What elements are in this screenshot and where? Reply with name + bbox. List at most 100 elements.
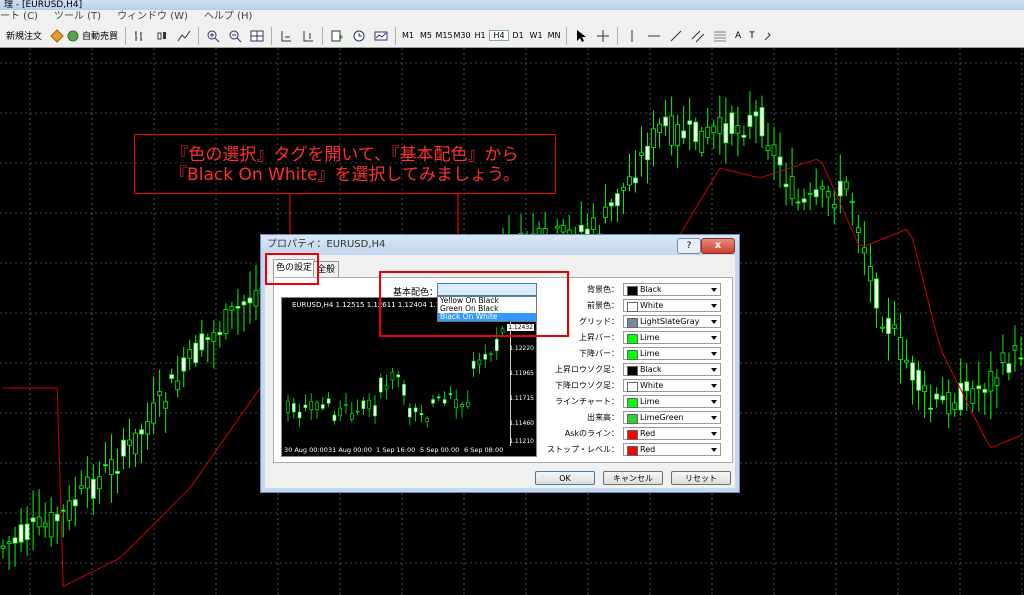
color-row: 上昇バー： Lime [551, 331, 729, 345]
color-select[interactable]: Lime [623, 395, 721, 408]
preview-candle-body [442, 399, 447, 404]
candle-body [645, 145, 650, 161]
tab-general[interactable]: 全般 [313, 261, 339, 278]
candle-body [892, 324, 897, 329]
color-select[interactable]: Lime [623, 331, 721, 344]
candle-body [96, 476, 102, 490]
indicators-button[interactable] [326, 26, 348, 46]
periods-button[interactable] [348, 26, 370, 46]
period-m30[interactable]: M30 [453, 31, 471, 40]
tab-color-settings[interactable]: 色の設定 [273, 259, 315, 278]
menu-item-window[interactable]: ウィンドウ (W) [117, 10, 188, 24]
candle-body [627, 176, 632, 186]
callout-line-2: 『Black On White』を選択してみましょう。 [170, 165, 520, 185]
preview-candle-body [315, 402, 319, 410]
preview-date-axis: 30 Aug 00:00 31 Aug 00:00 1 Sep 16:00 5 … [282, 446, 512, 456]
arrows-icon [764, 32, 771, 40]
candle-body [753, 111, 759, 117]
candle-body [789, 176, 795, 200]
window-title: 理 - [EURUSD,H4] [4, 0, 83, 10]
color-swatch [627, 334, 638, 344]
candle-body [1000, 352, 1006, 363]
fibonacci-button[interactable] [709, 26, 731, 46]
candle-body [813, 189, 819, 198]
ok-button[interactable]: OK [535, 471, 595, 485]
preview-candle-body [425, 417, 429, 422]
menu-item-help[interactable]: ヘルプ (H) [204, 10, 253, 24]
tile-windows-button[interactable] [246, 26, 268, 46]
color-select[interactable]: Lime [623, 347, 721, 360]
trendline-button[interactable] [665, 26, 687, 46]
toolbar-separator [271, 26, 273, 45]
candle-body [217, 331, 223, 336]
label-tool-label: T [749, 30, 755, 41]
chevron-down-icon [711, 384, 717, 388]
zoom-out-button[interactable] [224, 26, 246, 46]
templates-button[interactable] [370, 26, 392, 46]
help-button[interactable]: ? [677, 238, 701, 254]
reset-button[interactable]: リセット [671, 471, 731, 485]
auto-trade-button[interactable]: 自動売買 [46, 26, 122, 46]
candle-body [711, 125, 717, 134]
vertical-line-button[interactable] [621, 26, 643, 46]
chart-shift-button[interactable] [297, 26, 319, 46]
auto-trade-icon [50, 28, 64, 43]
color-select[interactable]: LightSlateGray [623, 315, 721, 328]
label-tool-button[interactable]: T [745, 26, 759, 46]
clock-icon [353, 30, 365, 41]
candle-body [976, 385, 982, 390]
candle-body [30, 517, 36, 523]
period-h1[interactable]: H1 [471, 31, 489, 40]
candle-body [825, 191, 831, 198]
cursor-button[interactable] [570, 26, 592, 46]
color-select[interactable]: Red [623, 427, 721, 440]
color-select[interactable]: Black [623, 283, 721, 296]
color-row-label: 下降ロウソク足： [555, 381, 619, 390]
scheme-option-black-on-white[interactable]: Black On White [438, 313, 536, 321]
zoom-in-button[interactable] [202, 26, 224, 46]
menu-item-tools[interactable]: ツール (T) [54, 10, 101, 24]
candle-body [48, 512, 54, 538]
color-select[interactable]: White [623, 299, 721, 312]
toolbar-separator [198, 26, 200, 45]
candle-body [633, 177, 638, 184]
text-tool-button[interactable]: A [731, 26, 745, 46]
candle-body [169, 374, 175, 379]
color-select[interactable]: LimeGreen [623, 411, 721, 424]
close-button[interactable]: x [701, 238, 735, 254]
color-select[interactable]: Red [623, 443, 721, 456]
cancel-button[interactable]: キャンセル [603, 471, 663, 485]
preview-candle-body [344, 403, 348, 406]
period-m15[interactable]: M15 [435, 31, 453, 40]
period-d1[interactable]: D1 [509, 31, 527, 40]
line-chart-button[interactable] [173, 26, 195, 46]
channel-button[interactable] [687, 26, 709, 46]
preview-date-label: 1 Sep 16:00 [376, 446, 416, 454]
period-m5[interactable]: M5 [417, 31, 435, 40]
menu-item-chart[interactable]: ート (C) [0, 10, 38, 24]
period-h4[interactable]: H4 [489, 30, 510, 41]
candle-body [608, 202, 614, 207]
color-select[interactable]: White [623, 379, 721, 392]
preview-candle-body [326, 398, 331, 404]
auto-scroll-button[interactable] [275, 26, 297, 46]
horizontal-line-button[interactable] [643, 26, 665, 46]
crosshair-button[interactable] [592, 26, 614, 46]
candlestick-chart-button[interactable] [151, 26, 173, 46]
period-m1[interactable]: M1 [399, 31, 417, 40]
preview-date-label: 30 Aug 00:00 [284, 446, 328, 454]
color-swatch [627, 446, 638, 456]
color-swatch [627, 286, 638, 296]
arrows-button[interactable] [759, 26, 781, 46]
color-scheme-select[interactable] [437, 283, 537, 296]
period-w1[interactable]: W1 [527, 31, 545, 40]
preview-date-label: 6 Sep 08:00 [464, 446, 504, 454]
bar-chart-button[interactable] [129, 26, 151, 46]
color-select[interactable]: Black [623, 363, 721, 376]
candle-body [801, 198, 807, 203]
new-order-button[interactable]: 新規注文 [2, 26, 46, 46]
chevron-down-icon [711, 416, 717, 420]
candle-body [103, 464, 108, 467]
period-mn[interactable]: MN [545, 31, 563, 40]
preview-candle-body [402, 384, 406, 396]
